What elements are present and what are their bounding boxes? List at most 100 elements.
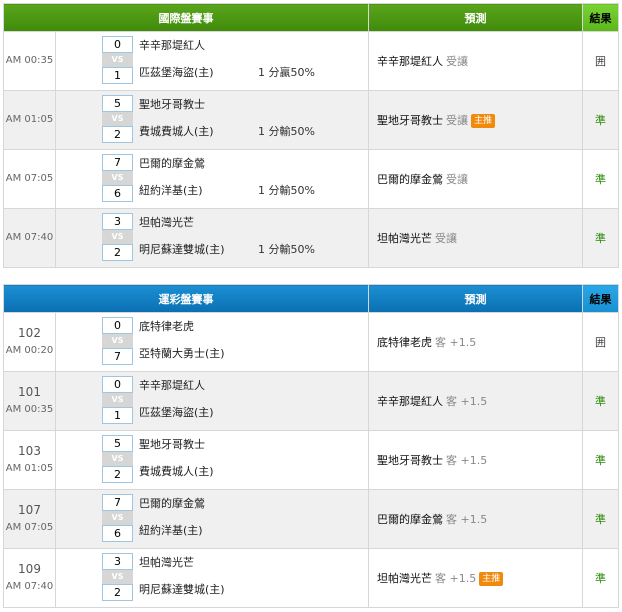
result-cell: 準 xyxy=(582,149,619,209)
time-cell: 109 AM 07:40 xyxy=(3,548,56,608)
prediction-cell: 巴爾的摩金鶯客 +1.5 xyxy=(368,489,583,549)
away-score: 3 xyxy=(102,553,133,570)
result-correct: 準 xyxy=(595,395,606,408)
match-cell: 5 VS 2 聖地牙哥教士 費城費城人(主) xyxy=(55,430,369,490)
result-cell: 準 xyxy=(582,430,619,490)
matchup: 5 VS 2 聖地牙哥教士 費城費城人(主) 1 分輸50% xyxy=(102,95,368,145)
match-cell: 0 VS 1 辛辛那堤紅人 匹茲堡海盜(主) xyxy=(55,371,369,431)
match-number: 102 xyxy=(18,326,41,340)
match-number: 107 xyxy=(18,503,41,517)
home-score: 1 xyxy=(102,67,133,84)
result-cell: 準 xyxy=(582,548,619,608)
lottery-table: 運彩盤賽事 預測 結果 102 AM 00:20 0 VS 7 底特律老虎亞特蘭大勇士(主… xyxy=(3,284,619,608)
prediction-line: 客 +1.5 xyxy=(435,572,477,585)
score-box: 7 VS 6 xyxy=(102,154,133,204)
result-pending: 囲 xyxy=(595,336,606,349)
away-team[interactable]: 坦帕灣光芒 xyxy=(139,554,194,570)
match-time: AM 00:35 xyxy=(5,55,54,66)
away-score: 5 xyxy=(102,435,133,452)
intl-header-match: 國際盤賽事 xyxy=(3,3,369,32)
away-score: 7 xyxy=(102,494,133,511)
home-team[interactable]: 紐約洋基(主) xyxy=(139,182,203,198)
prediction-line: 客 +1.5 xyxy=(446,454,488,467)
time-cell: 102 AM 00:20 xyxy=(3,312,56,372)
away-team[interactable]: 底特律老虎 xyxy=(139,318,194,334)
score-box: 3 VS 2 xyxy=(102,213,133,263)
prediction-team: 巴爾的摩金鶯 xyxy=(377,173,443,186)
away-team[interactable]: 坦帕灣光芒 xyxy=(139,214,194,230)
match-time: AM 00:20 xyxy=(5,345,54,356)
home-score: 7 xyxy=(102,348,133,365)
home-team[interactable]: 明尼蘇達雙城(主) xyxy=(139,581,225,597)
table-row: AM 07:40 3 VS 2 坦帕灣光芒 明尼蘇達雙城(主) 1 分輸50% 坦帕灣光芒 受讓… xyxy=(3,208,619,268)
prediction-cell: 坦帕灣光芒客 +1.5 主推 xyxy=(368,548,583,608)
matchup: 3 VS 2 坦帕灣光芒 明尼蘇達雙城(主) 1 分輸50% xyxy=(102,213,368,263)
table-row: 101 AM 00:35 0 VS 1 辛辛那堤紅人 匹茲堡海盜(主) 辛辛那堤紅人客 +1.… xyxy=(3,371,619,431)
prediction-team: 辛辛那堤紅人 xyxy=(377,55,443,68)
result-cell: 準 xyxy=(582,489,619,549)
score-box: 0 VS 1 xyxy=(102,36,133,86)
matchup: 7 VS 6 巴爾的摩金鶯 紐約洋基(主) 1 分輸50% xyxy=(102,154,368,204)
match-number: 103 xyxy=(18,444,41,458)
home-team[interactable]: 紐約洋基(主) xyxy=(139,522,203,538)
prediction-line: 受讓 xyxy=(435,232,457,245)
match-time: AM 07:40 xyxy=(5,581,54,592)
handicap-result: 1 分贏50% xyxy=(258,66,315,79)
away-team[interactable]: 巴爾的摩金鶯 xyxy=(139,155,205,171)
away-team[interactable]: 聖地牙哥教士 xyxy=(139,96,205,112)
lottery-header-match: 運彩盤賽事 xyxy=(3,284,369,313)
result-correct: 準 xyxy=(595,232,606,245)
result-correct: 準 xyxy=(595,572,606,585)
matchup: 7 VS 6 巴爾的摩金鶯 紐約洋基(主) xyxy=(102,494,368,544)
match-number: 101 xyxy=(18,385,41,399)
away-score: 0 xyxy=(102,36,133,53)
intl-header-row: 國際盤賽事 預測 結果 xyxy=(3,3,619,32)
prediction-line: 客 +1.5 xyxy=(446,513,488,526)
vs-label: VS xyxy=(102,452,133,466)
match-cell: 5 VS 2 聖地牙哥教士 費城費城人(主) 1 分輸50% xyxy=(55,90,369,150)
table-row: AM 00:35 0 VS 1 辛辛那堤紅人 匹茲堡海盜(主) 1 分贏50% 辛辛那堤紅人受… xyxy=(3,31,619,91)
match-time: AM 01:05 xyxy=(5,463,54,474)
vs-label: VS xyxy=(102,230,133,244)
home-team[interactable]: 匹茲堡海盜(主) xyxy=(139,404,214,420)
home-score: 1 xyxy=(102,407,133,424)
matchup: 0 VS 7 底特律老虎 亞特蘭大勇士(主) xyxy=(102,317,368,367)
home-team[interactable]: 亞特蘭大勇士(主) xyxy=(139,345,225,361)
prediction-cell: 巴爾的摩金鶯 受讓 xyxy=(368,149,583,209)
match-cell: 0 VS 7 底特律老虎 亞特蘭大勇士(主) xyxy=(55,312,369,372)
lottery-header-row: 運彩盤賽事 預測 結果 xyxy=(3,284,619,313)
prediction-line: 客 +1.5 xyxy=(446,395,488,408)
away-team[interactable]: 聖地牙哥教士 xyxy=(139,436,205,452)
table-row: AM 07:05 7 VS 6 巴爾的摩金鶯 紐約洋基(主) 1 分輸50% 巴爾的摩金鶯 受讓… xyxy=(3,149,619,209)
time-cell: 103 AM 01:05 xyxy=(3,430,56,490)
match-cell: 7 VS 6 巴爾的摩金鶯 紐約洋基(主) 1 分輸50% xyxy=(55,149,369,209)
handicap-result: 1 分輸50% xyxy=(258,184,315,197)
away-team[interactable]: 辛辛那堤紅人 xyxy=(139,377,205,393)
matchup: 5 VS 2 聖地牙哥教士 費城費城人(主) xyxy=(102,435,368,485)
vs-label: VS xyxy=(102,393,133,407)
home-team[interactable]: 匹茲堡海盜(主) xyxy=(139,64,214,80)
intl-header-result: 結果 xyxy=(582,3,619,32)
home-team[interactable]: 明尼蘇達雙城(主) xyxy=(139,241,225,257)
prediction-cell: 底特律老虎客 +1.5 xyxy=(368,312,583,372)
away-team[interactable]: 辛辛那堤紅人 xyxy=(139,37,205,53)
away-team[interactable]: 巴爾的摩金鶯 xyxy=(139,495,205,511)
home-score: 6 xyxy=(102,185,133,202)
prediction-line: 客 +1.5 xyxy=(435,336,477,349)
home-team[interactable]: 費城費城人(主) xyxy=(139,123,214,139)
home-score: 2 xyxy=(102,584,133,601)
result-cell: 囲 xyxy=(582,31,619,91)
home-team[interactable]: 費城費城人(主) xyxy=(139,463,214,479)
away-score: 0 xyxy=(102,317,133,334)
table-row: 109 AM 07:40 3 VS 2 坦帕灣光芒 明尼蘇達雙城(主) 坦帕灣光芒客 +1.5… xyxy=(3,548,619,608)
matchup: 0 VS 1 辛辛那堤紅人 匹茲堡海盜(主) xyxy=(102,376,368,426)
match-cell: 0 VS 1 辛辛那堤紅人 匹茲堡海盜(主) 1 分贏50% xyxy=(55,31,369,91)
intl-header-prediction: 預測 xyxy=(368,3,583,32)
lottery-header-prediction: 預測 xyxy=(368,284,583,313)
match-time: AM 00:35 xyxy=(5,404,54,415)
score-box: 7 VS 6 xyxy=(102,494,133,544)
result-correct: 準 xyxy=(595,173,606,186)
result-cell: 準 xyxy=(582,208,619,268)
match-cell: 7 VS 6 巴爾的摩金鶯 紐約洋基(主) xyxy=(55,489,369,549)
prediction-team: 坦帕灣光芒 xyxy=(377,232,432,245)
